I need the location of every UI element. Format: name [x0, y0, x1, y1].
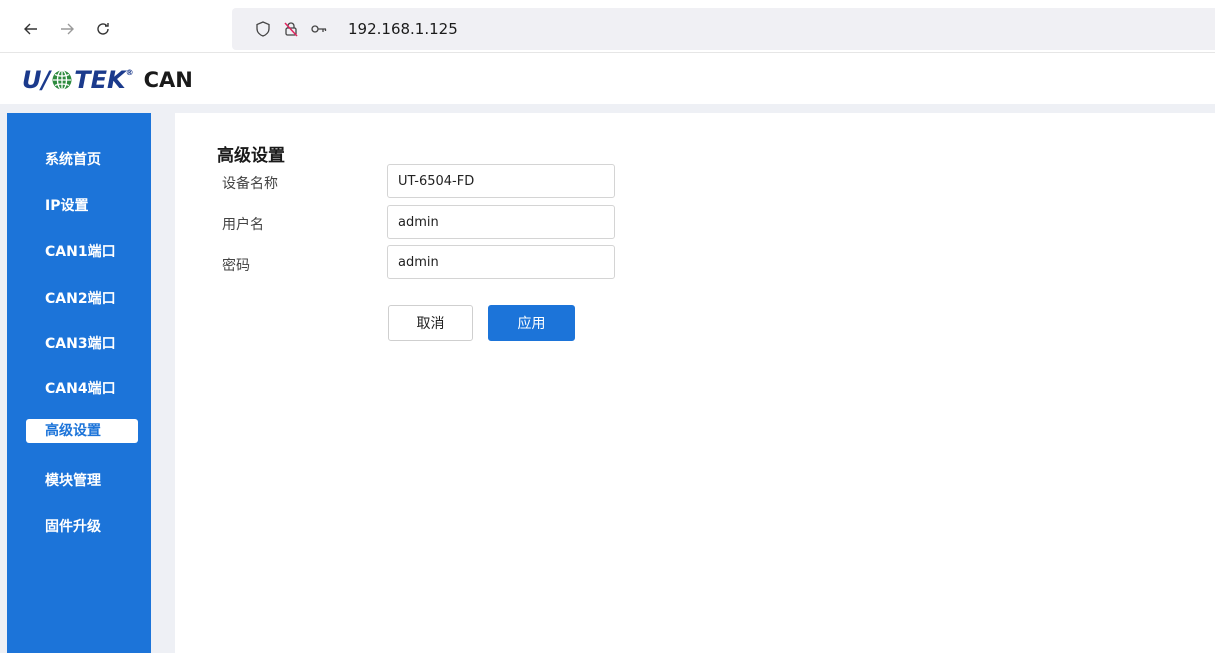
- device-name-label: 设备名称: [222, 176, 278, 192]
- utek-logo: U / TEK ® CAN: [22, 66, 193, 94]
- url-text[interactable]: 192.168.1.125: [348, 20, 458, 38]
- key-icon[interactable]: [310, 20, 328, 38]
- apply-button[interactable]: 应用: [488, 305, 575, 341]
- insecure-lock-icon[interactable]: [282, 20, 300, 38]
- product-name: CAN: [143, 68, 193, 92]
- sidebar-item-ip-settings[interactable]: IP设置: [45, 195, 88, 215]
- sidebar: 系统首页 IP设置 CAN1端口 CAN2端口 CAN3端口 CAN4端口 高级…: [7, 113, 151, 653]
- app-header: U / TEK ® CAN: [0, 52, 1215, 104]
- back-icon[interactable]: [20, 18, 42, 40]
- sidebar-item-advanced-settings[interactable]: 高级设置: [26, 419, 138, 443]
- address-bar[interactable]: 192.168.1.125: [232, 8, 1215, 50]
- sidebar-item-firmware-upgrade[interactable]: 固件升级: [45, 516, 101, 536]
- shield-icon[interactable]: [254, 20, 272, 38]
- sidebar-item-can2-port[interactable]: CAN2端口: [45, 288, 116, 308]
- forward-icon[interactable]: [56, 18, 78, 40]
- sidebar-item-can4-port[interactable]: CAN4端口: [45, 378, 116, 398]
- username-input[interactable]: [387, 205, 615, 239]
- globe-icon: [52, 69, 72, 91]
- page-title: 高级设置: [217, 146, 285, 166]
- logo-mark: U / TEK ®: [22, 66, 134, 94]
- password-input[interactable]: [387, 245, 615, 279]
- sidebar-item-module-management[interactable]: 模块管理: [45, 470, 101, 490]
- main-content: 高级设置 设备名称 用户名 密码 取消 应用: [175, 113, 1215, 653]
- cancel-button[interactable]: 取消: [388, 305, 473, 341]
- sidebar-item-can1-port[interactable]: CAN1端口: [45, 241, 116, 261]
- reload-icon[interactable]: [92, 18, 114, 40]
- device-name-input[interactable]: [387, 164, 615, 198]
- password-label: 密码: [222, 258, 250, 274]
- sidebar-item-can3-port[interactable]: CAN3端口: [45, 333, 116, 353]
- username-label: 用户名: [222, 217, 264, 233]
- sidebar-item-home[interactable]: 系统首页: [45, 149, 101, 169]
- browser-toolbar: 192.168.1.125: [0, 0, 1215, 52]
